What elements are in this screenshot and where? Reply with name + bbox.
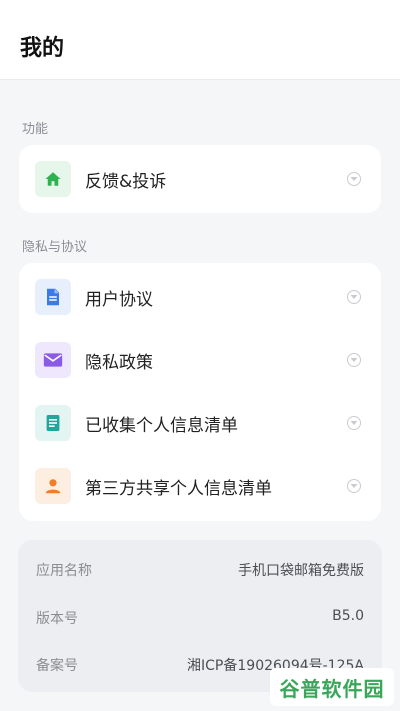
function-card: 反馈&投诉 <box>19 145 381 213</box>
menu-item-feedback[interactable]: 反馈&投诉 <box>19 147 381 210</box>
menu-item-label: 反馈&投诉 <box>85 172 167 192</box>
note-icon <box>35 405 71 441</box>
menu-item-label: 已收集个人信息清单 <box>85 416 238 436</box>
person-icon <box>35 468 71 504</box>
info-key: 备案号 <box>36 658 78 674</box>
watermark-text: 谷普软件园 <box>279 676 385 701</box>
chevron-down-icon <box>347 290 361 304</box>
menu-item-collected-info[interactable]: 已收集个人信息清单 <box>19 391 381 454</box>
info-value: 手机口袋邮箱免费版 <box>238 563 364 579</box>
info-key: 应用名称 <box>36 563 92 579</box>
menu-item-label: 隐私政策 <box>85 353 153 373</box>
menu-item-label: 用户协议 <box>85 290 153 310</box>
document-icon <box>35 279 71 315</box>
chevron-down-icon <box>347 416 361 430</box>
info-value: B5.0 <box>332 608 364 624</box>
app-header: 我的 <box>0 0 400 80</box>
watermark-logo: 谷普软件园 <box>270 668 394 706</box>
info-row-version: 版本号 B5.0 <box>18 608 382 632</box>
chevron-down-icon <box>347 479 361 493</box>
chevron-down-icon <box>347 353 361 367</box>
privacy-card: 用户协议 隐私政策 已收集个人信息清单 第三方共享个人信息清单 <box>19 263 381 521</box>
menu-item-third-party-info[interactable]: 第三方共享个人信息清单 <box>19 454 381 517</box>
menu-item-user-agreement[interactable]: 用户协议 <box>19 265 381 328</box>
mail-icon <box>35 342 71 378</box>
menu-item-label: 第三方共享个人信息清单 <box>85 479 272 499</box>
section-label-privacy: 隐私与协议 <box>22 240 88 255</box>
section-label-function: 功能 <box>22 122 49 137</box>
chevron-down-icon <box>347 172 361 186</box>
page-title: 我的 <box>20 36 65 61</box>
info-key: 版本号 <box>36 611 78 627</box>
info-row-app-name: 应用名称 手机口袋邮箱免费版 <box>18 560 382 584</box>
menu-item-privacy-policy[interactable]: 隐私政策 <box>19 328 381 391</box>
home-icon <box>35 161 71 197</box>
